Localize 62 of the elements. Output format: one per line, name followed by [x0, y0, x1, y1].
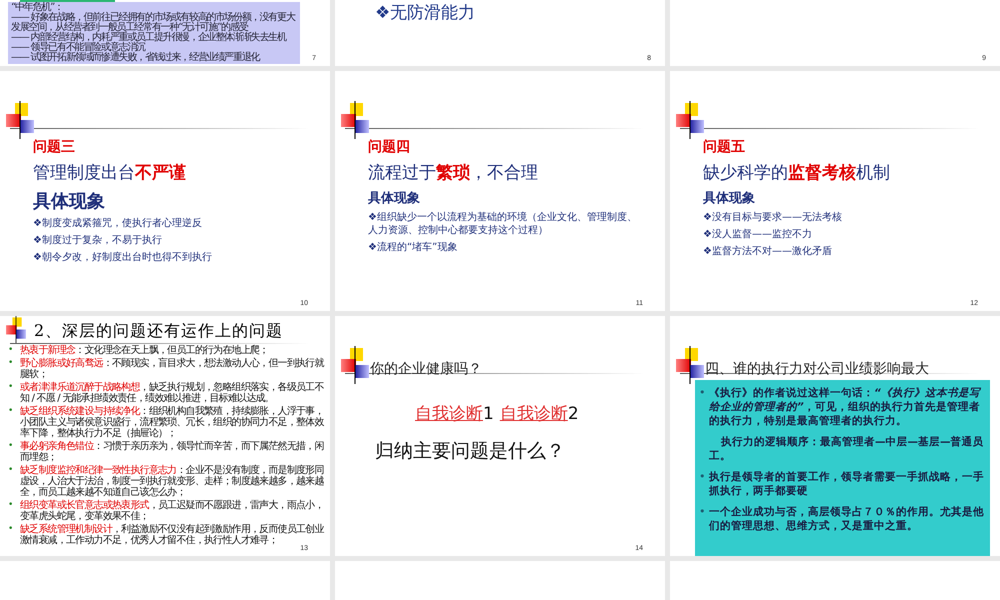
note-text: “中年危机”： — [11, 3, 63, 13]
bullet-text: ❖流程的“堵车”现象 — [368, 240, 458, 255]
diagnosis-link[interactable]: 自我诊断 — [500, 404, 568, 424]
slide-heading: 问题五 — [703, 138, 746, 157]
bullet-text: 缺乏组织系统建设与持续净化：组织机构自我繁殖，持续膨胀，人浮于事，小团队主义与诸侯意识盛行，流程繁琐、冗长，组织的协同力不足，整体效率下降，整体执行力不足（抽屉论）； — [20, 405, 324, 440]
link-number: 1 — [483, 404, 494, 424]
slide-decoration-drawing — [341, 346, 369, 384]
slide-title: 四、谁的执行力对公司业绩影响最大 — [705, 360, 929, 378]
bullet-text: ❖没人监督——监控不力 — [703, 228, 813, 242]
slide-title: 缺少科学的监督考核机制 — [703, 162, 891, 184]
slide-heading: 问题四 — [368, 138, 411, 157]
slide-decoration-drawing — [6, 101, 34, 139]
slide-subheading: 具体现象 — [368, 190, 421, 208]
slide-decoration-drawing — [341, 101, 369, 139]
bullet-text: 野心膨胀或好高骛远：不顾现实，盲目求大，想法激动人心，但一到执行就腿软； — [20, 357, 324, 381]
bullet-icon: • — [699, 468, 709, 485]
bullet-text: 缺乏系统管理机制设计，利益激励不仅没有起到激励作用，反而使员工创业激情衰减，工作动力不足，优秀人才留不住，执行性人才难寻； — [20, 523, 324, 546]
bullet-icon: • — [8, 405, 20, 417]
panel-text: 《执行》的作者说过这样一句话：“《执行》这本书是写给企业的管理者的”，可见，组织的执行力首先是管理者的执行力，特别是最高管理者的执行力。 — [709, 386, 982, 429]
slide-question: 归纳主要问题是什么？ — [375, 439, 565, 464]
slide-subheading: 具体现象 — [33, 190, 106, 214]
link-number: 2 — [568, 404, 579, 424]
bullet-text: ❖监督方法不对——激化矛盾 — [703, 244, 833, 259]
bullet-icon: • — [8, 499, 20, 511]
bullet-text: ❖制度变成紧箍咒，使执行者心理逆反 — [33, 216, 203, 231]
bullet-icon: • — [8, 381, 20, 393]
bullet-icon: • — [8, 464, 20, 476]
bullet-icon: • — [699, 503, 709, 520]
slide-title: 2、深层的问题还有运作上的问题 — [34, 320, 284, 342]
slide-title: 管理制度出台不严谨 — [33, 162, 187, 184]
slide-decoration-drawing — [676, 101, 704, 139]
bullet-text: 事必躬亲角色错位：习惯于亲历亲为，领导忙而辛苦，而下属茫然无措，闲而埋怨； — [20, 440, 324, 464]
slide-subheading: 具体现象 — [703, 190, 756, 208]
bullet-text: 热衷于新理念：文化理念在天上飘，但员工的行为在地上爬； — [20, 344, 270, 357]
note-text: —— 领导已有不能冒险或意志消沉 — [11, 43, 146, 53]
bullet-icon: • — [8, 357, 20, 369]
note-text: —— 好象在战略，但前往已经拥有的市场或有较高的市场份额，没有更大发展空间，从经营者到一般员工经常有一种“无计可施”的感受 — [11, 13, 296, 33]
bullet-text: 组织变革或长官意志或热衷形式，员工迟疑而不愿跟进，雷声大，雨点小，变革虎头蛇尾，变革效果不佳； — [20, 499, 324, 523]
bullet-icon: • — [8, 440, 20, 452]
note-text: —— 试图开拓新领域而惨遭失败，省钱过来，经营业绩严重退化 — [11, 53, 261, 63]
bullet-icon: • — [8, 523, 20, 535]
bullet-icon: • — [8, 344, 20, 356]
panel-text: 执行是领导者的首要工作，领导者需要一手抓战略，一手抓执行，两手都要硬 — [709, 470, 984, 499]
slide-thumbnail[interactable] — [0, 316, 330, 556]
panel-text: 一个企业成功与否，高层领导占７０％的作用。尤其是他们的管理思想、思维方式，又是重中之重。 — [709, 504, 984, 534]
diagnosis-link[interactable]: 自我诊断 — [415, 404, 483, 424]
bullet-text: 缺乏制度监控和纪律一致性执行意志力：企业不是没有制度，而是制度形同虚设，人治大于法治，制度一到执行就变形、走样；制度越来越多，越来越全，而员工越来越不知道自己该怎么办； — [20, 464, 324, 499]
bullet-text: ❖组织缺少一个以流程为基础的环境（企业文化、管理制度、人力资源、控制中心都要支持这个过程） — [368, 210, 638, 238]
panel-text: 执行力的逻辑顺序：最高管理者—中层—基层—普通员工。 — [708, 434, 984, 464]
slide-decoration-drawing — [6, 316, 26, 343]
slide-decoration-drawing — [676, 346, 704, 384]
note-text: —— 内部经营结构，内耗严重或员工提升很慢，企业整体渐渐失去生机 — [11, 33, 288, 43]
slide-thumbnail[interactable]: 四、谁的执行力对公司业绩影响最大 • 《执行》的作者说过这样一句话：“《执行》这本书是写给企业的管理者的”，可见，组织的执行力首先是管理者的执行力，特别是最高管理者的执行力。 执行力的逻辑顺序：最高管理者—中层—基层—普通员工。 • 执行是领导者的首要工作，领导者需要一手抓战略，一手抓执行，两手都要硬 • 一个企业成功与否，高层领导占７０％的作用。尤其是他们的管理思想、思维方式，又是重中之重。 — [670, 316, 1000, 556]
bullet-text: ❖朝令夕改，好制度出台时也得不到执行 — [33, 250, 213, 265]
bullet-text: ❖无防滑能力 — [375, 2, 476, 24]
bullet-text: ❖没有目标与要求——无法考核 — [703, 210, 843, 225]
bullet-text: 或者津津乐道沉醉于战略构想，缺乏执行规划，忽略组织落实，各级员工不知 / 不愿 / 无能承担绩效责任，绩效难以推进，目标难以达成。 — [20, 381, 324, 405]
slide-title: 你的企业健康吗？ — [370, 360, 482, 378]
slide-heading: 问题三 — [33, 138, 76, 157]
bullet-icon: • — [699, 384, 709, 401]
slide-title: 流程过于繁琐，不合理 — [368, 162, 539, 184]
bullet-text: ❖制度过于复杂，不易于执行 — [33, 234, 163, 248]
